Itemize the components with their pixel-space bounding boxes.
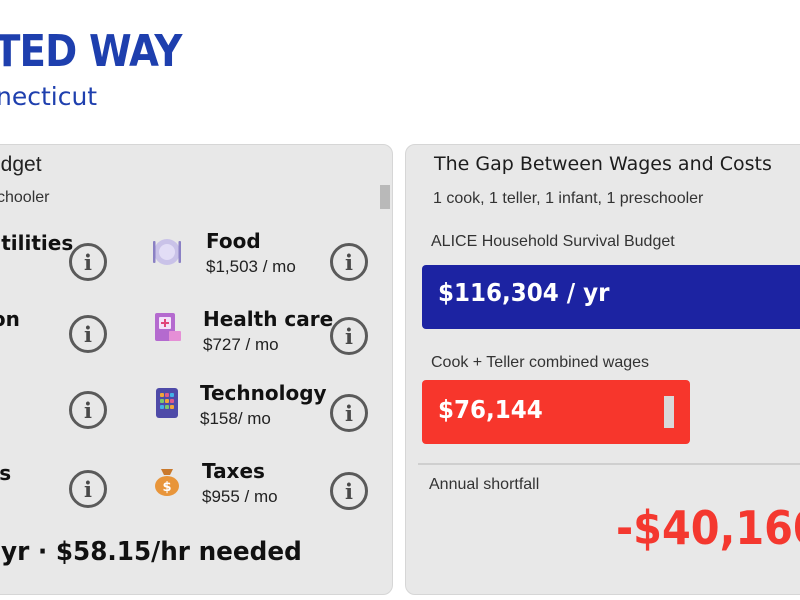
logo-title: TED WAY (0, 26, 182, 77)
wages-bar-label: Cook + Teller combined wages (431, 354, 650, 371)
taxes-info-icon[interactable]: i (330, 472, 368, 510)
category-food: Food $1,503 / mo (206, 229, 296, 277)
category-amount: $955 / mo (202, 487, 278, 506)
food-info-icon[interactable]: i (330, 243, 368, 281)
category-info-icon[interactable]: i (69, 391, 107, 429)
category-transportation: ion (0, 307, 20, 331)
wage-gap-subtitle: 1 cook, 1 teller, 1 infant, 1 preschoole… (433, 190, 704, 207)
budget-panel-subtitle: schooler (0, 189, 50, 206)
wages-bar: $76,144 (422, 380, 690, 444)
miscellaneous-info-icon[interactable]: i (69, 470, 107, 508)
food-icon (153, 239, 181, 265)
budget-bar-value: $116,304 / yr (438, 278, 610, 307)
category-name: Health care (203, 307, 334, 331)
utilities-info-icon[interactable]: i (69, 243, 107, 281)
health-care-info-icon[interactable]: i (330, 317, 368, 355)
category-amount: $1,503 / mo (206, 257, 296, 276)
budget-bar-label: ALICE Household Survival Budget (431, 233, 675, 250)
technology-info-icon[interactable]: i (330, 394, 368, 432)
shortfall-label: Annual shortfall (429, 476, 540, 493)
wages-bar-value: $76,144 (438, 395, 543, 424)
shortfall-value: -$40,160 (616, 501, 800, 555)
category-name: us (0, 461, 12, 485)
hourly-wage-needed: yr · $58.15/hr needed (1, 537, 302, 567)
transportation-info-icon[interactable]: i (69, 315, 107, 353)
category-name: Technology (200, 381, 327, 405)
category-taxes: Taxes $955 / mo (202, 459, 278, 507)
category-amount: $727 / mo (203, 335, 279, 354)
category-technology: Technology $158/ mo (200, 381, 327, 429)
budget-bar: $116,304 / yr (422, 265, 800, 329)
svg-text:$: $ (162, 480, 171, 495)
budget-panel: udget schooler Utilities i Food $1,503 /… (0, 144, 393, 595)
category-amount: $158/ mo (200, 409, 271, 428)
wage-gap-title: The Gap Between Wages and Costs (434, 153, 772, 175)
category-miscellaneous: us (0, 461, 11, 485)
taxes-icon: $ (155, 469, 179, 496)
technology-icon (156, 388, 178, 418)
category-health-care: Health care $727 / mo (203, 307, 333, 355)
wages-bar-handle[interactable] (664, 396, 674, 428)
category-name: ion (0, 307, 20, 331)
category-name: Food (206, 229, 261, 253)
category-name: Utilities (0, 231, 74, 255)
divider (418, 463, 800, 465)
wage-gap-panel: The Gap Between Wages and Costs 1 cook, … (405, 144, 800, 595)
panel-scrollbar[interactable] (380, 185, 390, 209)
category-name: Taxes (202, 459, 265, 483)
logo-subtitle: necticut (0, 82, 98, 111)
health-care-icon (155, 313, 181, 341)
budget-panel-title: udget (0, 153, 42, 176)
category-utilities: Utilities (0, 231, 73, 255)
